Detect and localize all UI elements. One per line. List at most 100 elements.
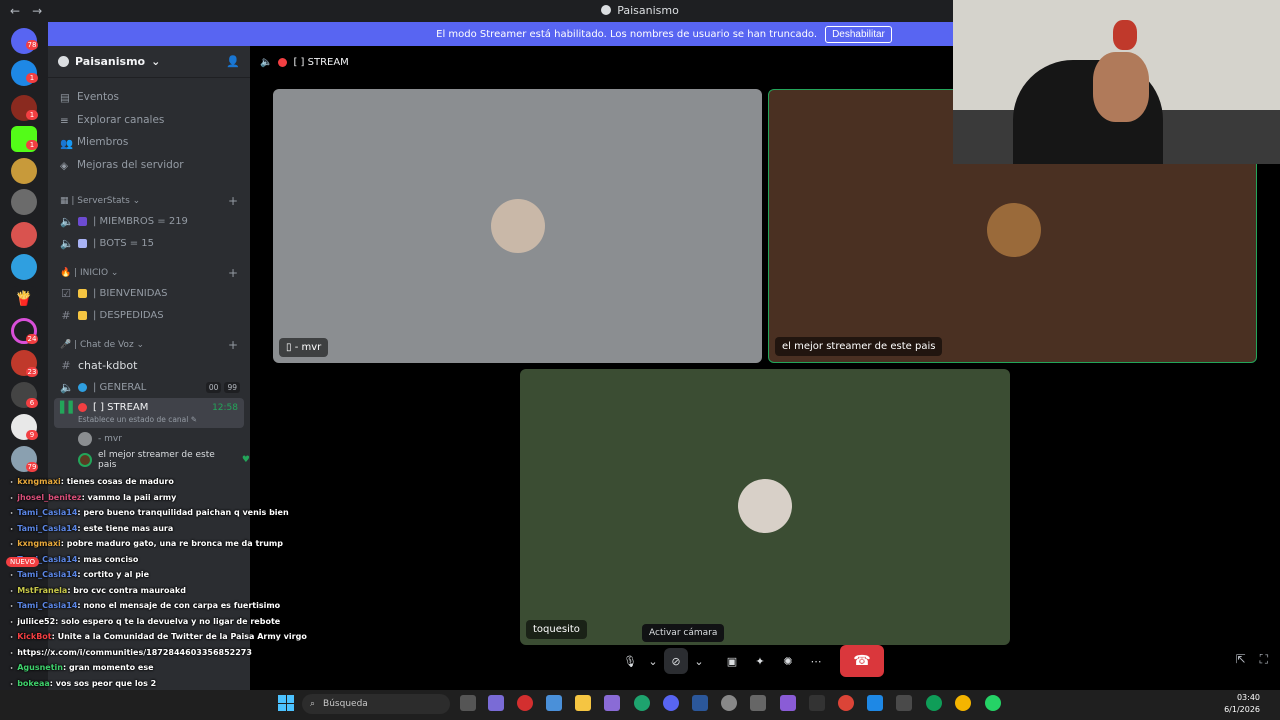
chat-text: : nono el mensaje de con carpa es fuerti… xyxy=(77,601,281,610)
recorder-icon[interactable] xyxy=(750,695,766,711)
discord-taskbar-icon[interactable] xyxy=(663,695,679,711)
file-explorer-icon[interactable] xyxy=(575,695,591,711)
clock-time: 03:40 xyxy=(1236,693,1260,702)
chat-username: jhosel_benitez xyxy=(17,492,82,502)
add-channel-icon[interactable]: + xyxy=(228,194,238,208)
fries-icon[interactable]: 🍟 xyxy=(11,286,37,312)
category-label: | INICIO xyxy=(74,268,109,279)
heart-emoji-icon: ♥ xyxy=(241,454,250,465)
category-serverstats[interactable]: ▦ | ServerStats ⌄ + xyxy=(48,192,250,210)
disable-streamer-mode-button[interactable]: Deshabilitar xyxy=(825,25,892,43)
disconnect-button[interactable]: ☎ xyxy=(840,645,884,677)
channel-bienvenidas[interactable]: ☑ | BIENVENIDAS xyxy=(48,282,250,304)
pop-out-icon[interactable]: ⇱ xyxy=(1236,652,1246,667)
whatsapp-icon[interactable] xyxy=(985,695,1001,711)
set-channel-status[interactable]: Establece un estado de canal ✎ xyxy=(60,415,197,424)
avatar xyxy=(78,431,92,446)
menu-item-server-boosts[interactable]: ◈ Mejoras del servidor xyxy=(48,154,250,177)
opera-icon[interactable] xyxy=(517,695,533,711)
windows-start-icon[interactable] xyxy=(278,695,294,711)
task-view-icon[interactable] xyxy=(460,695,476,711)
chat-timestamp-marker: • xyxy=(10,588,14,595)
chat-text: : Unite a la Comunidad de Twitter de la … xyxy=(51,632,307,641)
call-channel-name: [ ] STREAM xyxy=(293,56,349,68)
search-placeholder: Búsqueda xyxy=(323,699,368,709)
tile-label: toquesito xyxy=(526,620,587,639)
video-tile-toquesito[interactable]: toquesito xyxy=(520,369,1010,645)
camera-options-chevron-icon[interactable]: ⌄ xyxy=(692,648,706,674)
chrome-profile-2-icon[interactable] xyxy=(955,695,971,711)
camera-button[interactable]: ⊘ xyxy=(664,648,688,674)
voice-member-streamer[interactable]: el mejor streamer de este pais ♥ xyxy=(48,449,250,470)
edge-icon[interactable] xyxy=(634,695,650,711)
chat-timestamp-marker: • xyxy=(10,619,14,626)
soundboard-button[interactable]: ✺ xyxy=(776,648,800,674)
server-icon-brawl[interactable] xyxy=(11,254,37,280)
server-icon-game[interactable] xyxy=(11,222,37,248)
member-name: el mejor streamer de este pais xyxy=(97,449,215,470)
server-name: Paisanismo xyxy=(75,55,146,68)
activities-button[interactable]: ✦ xyxy=(748,648,772,674)
speaker-locked-icon: 🔈 xyxy=(60,214,74,228)
channel-general[interactable]: 🔈 | GENERAL 00 99 xyxy=(48,376,250,398)
copilot-icon[interactable] xyxy=(488,695,504,711)
add-member-icon[interactable]: 👤 xyxy=(226,55,240,68)
chat-timestamp-marker: • xyxy=(10,480,14,486)
chat-username: MstFranela xyxy=(17,585,68,595)
mobile-icon: ▯ xyxy=(286,342,295,353)
voice-member-mvr[interactable]: - mvr xyxy=(48,428,250,449)
chat-text: : cortito y al pie xyxy=(77,570,150,579)
hang-up-icon: ☎ xyxy=(853,653,871,669)
chat-message: • bokeaa: vos sos peor que los 2 xyxy=(10,679,156,688)
chat-username: bokeaa xyxy=(17,678,50,688)
server-icon-yellow[interactable] xyxy=(11,158,37,184)
word-icon[interactable] xyxy=(692,695,708,711)
microphone-button[interactable]: 🎙 xyxy=(618,648,642,674)
channel-stream-active[interactable]: ▌▌ [ ] STREAM 12:58 Establece un estado … xyxy=(54,398,244,429)
channel-despedidas[interactable]: # | DESPEDIDAS xyxy=(48,304,250,326)
user-limit: 99 xyxy=(224,381,240,393)
avatar xyxy=(491,199,545,253)
streamer-mode-text: El modo Streamer está habilitado. Los no… xyxy=(436,28,818,40)
channel-label: | BOTS = 15 xyxy=(93,237,155,249)
chat-timestamp-marker: • xyxy=(10,666,14,672)
fullscreen-icon[interactable]: ⛶ xyxy=(1260,652,1268,667)
notepad-icon[interactable] xyxy=(867,695,883,711)
pen-icon[interactable] xyxy=(604,695,620,711)
app-grid-icon[interactable] xyxy=(780,695,796,711)
channel-chat-kdbot[interactable]: # chat-kdbot xyxy=(48,354,250,376)
chrome-profile-icon[interactable] xyxy=(926,695,942,711)
channel-label: | MIEMBROS = 219 xyxy=(93,215,188,227)
channel-bots-count[interactable]: 🔈 | BOTS = 15 xyxy=(48,232,250,254)
server-header[interactable]: Paisanismo ⌄ 👤 xyxy=(48,46,250,78)
chrome-icon[interactable] xyxy=(838,695,854,711)
server-icon-face[interactable] xyxy=(11,189,37,215)
screen-share-button[interactable]: ▣ xyxy=(720,648,744,674)
stream-chat-overlay: • kxngmaxi: tienes cosas de maduro • jhosel… xyxy=(0,475,307,720)
menu-item-events[interactable]: ▤ Eventos xyxy=(48,86,250,109)
add-channel-icon[interactable]: + xyxy=(228,338,238,352)
category-chat-de-voz[interactable]: 🎤 | Chat de Voz ⌄ + xyxy=(48,336,250,354)
taskbar-search[interactable]: ⌕ Búsqueda xyxy=(302,694,450,714)
streamer-webcam-overlay xyxy=(953,0,1280,164)
chat-message: • jhosel_benitez: vammo la paii army xyxy=(10,493,176,502)
chat-username: Tami_Casla14 xyxy=(17,570,78,579)
menu-item-members[interactable]: 👥 Miembros xyxy=(48,131,250,154)
speaker-icon: 🔈 xyxy=(260,56,273,68)
chat-text: : este tiene mas aura xyxy=(77,523,174,533)
calculator-icon[interactable] xyxy=(896,695,912,711)
store-icon[interactable] xyxy=(546,695,562,711)
video-tile-mvr[interactable]: ▯ - mvr xyxy=(273,89,762,363)
menu-item-browse-channels[interactable]: ≡ Explorar canales xyxy=(48,109,250,132)
more-options-button[interactable]: ⋯ xyxy=(804,648,828,674)
category-inicio[interactable]: 🔥 | INICIO ⌄ + xyxy=(48,264,250,282)
channel-members-count[interactable]: 🔈 | MIEMBROS = 219 xyxy=(48,210,250,232)
app-c-icon[interactable] xyxy=(721,695,737,711)
add-channel-icon[interactable]: + xyxy=(228,266,238,280)
chat-message: • MstFranela: bro cvc contra mauroakd xyxy=(10,586,186,595)
voice-connected-icon: ▌▌ xyxy=(60,401,77,415)
screen-share-icon: ▣ xyxy=(726,654,738,668)
taskbar-clock[interactable]: 03:40 6/1/2026 xyxy=(1224,692,1260,716)
terminal-icon[interactable] xyxy=(809,695,825,711)
mic-options-chevron-icon[interactable]: ⌄ xyxy=(646,648,660,674)
